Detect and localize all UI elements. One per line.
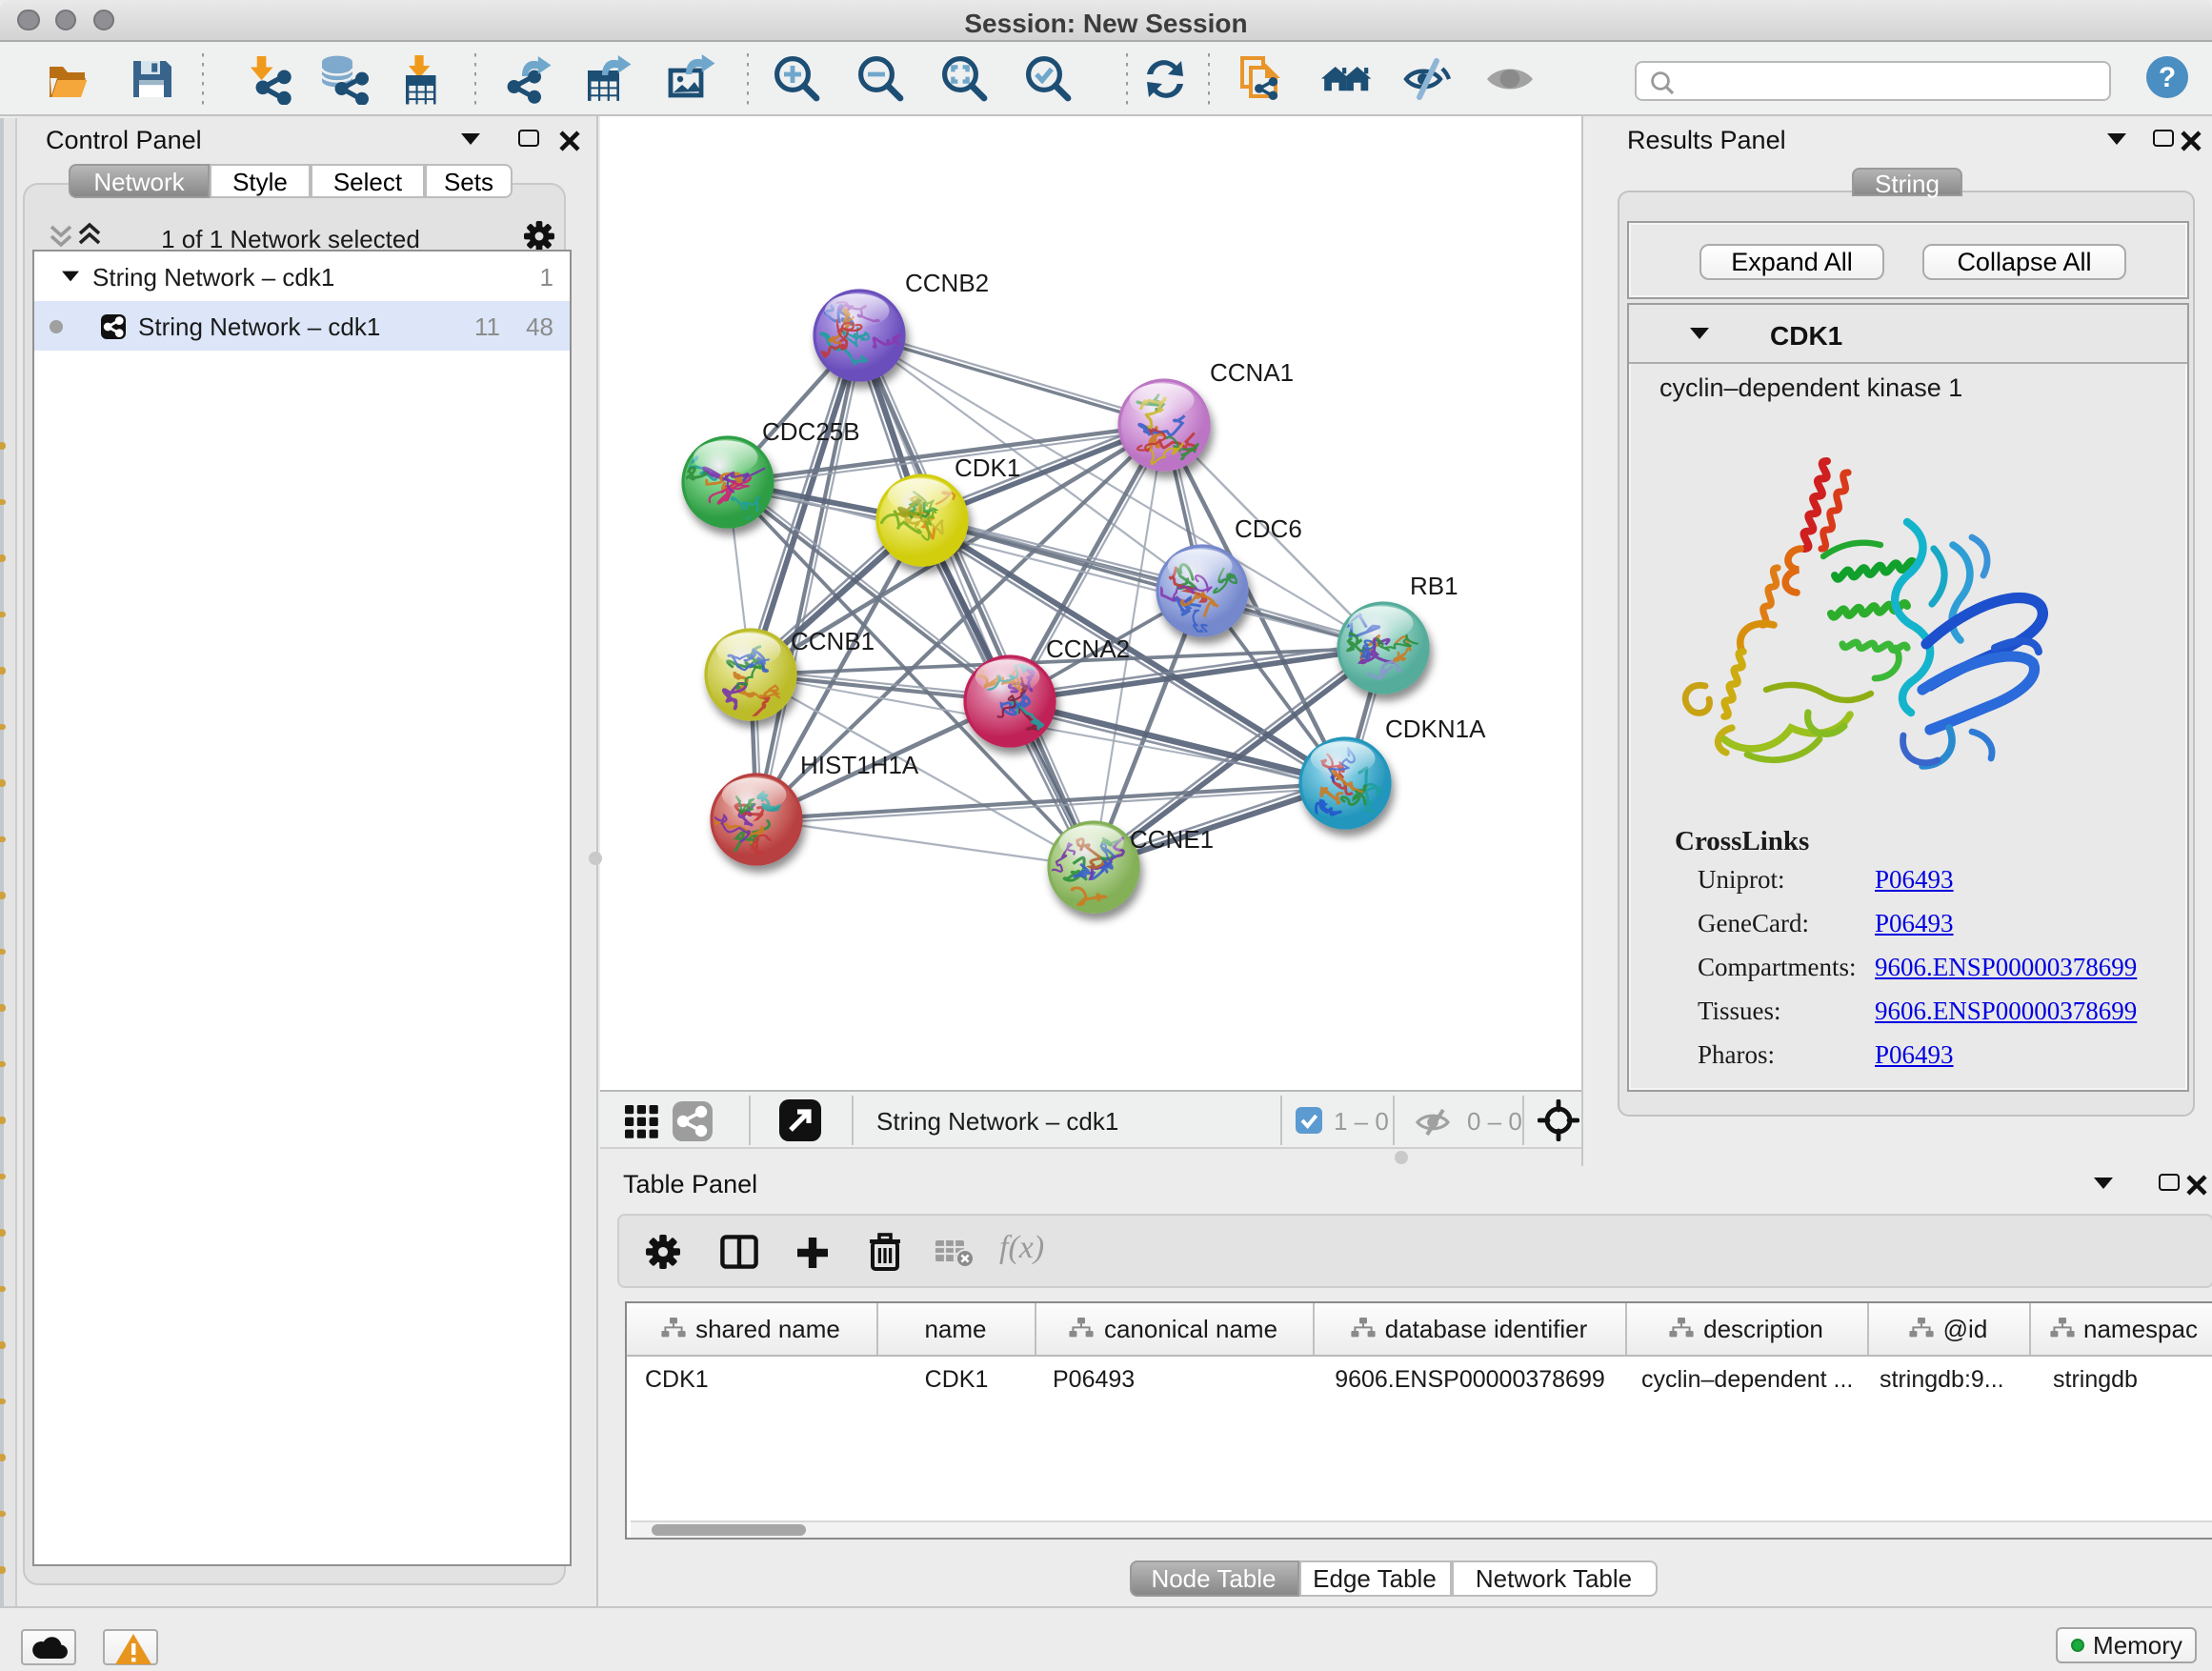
svg-text:CCNA1: CCNA1	[1210, 358, 1294, 387]
svg-text:CCNA2: CCNA2	[1046, 634, 1130, 663]
svg-text:CDC25B: CDC25B	[762, 417, 860, 446]
svg-text:RB1: RB1	[1410, 572, 1458, 600]
svg-text:CDK1: CDK1	[955, 453, 1020, 482]
svg-text:CCNE1: CCNE1	[1130, 825, 1214, 854]
svg-text:HIST1H1A: HIST1H1A	[800, 751, 919, 779]
svg-text:?: ?	[2158, 62, 2175, 93]
svg-text:CDC6: CDC6	[1235, 514, 1302, 543]
svg-text:CCNB2: CCNB2	[905, 269, 989, 297]
svg-text:CCNB1: CCNB1	[791, 627, 875, 655]
svg-text:CDKN1A: CDKN1A	[1385, 715, 1486, 743]
